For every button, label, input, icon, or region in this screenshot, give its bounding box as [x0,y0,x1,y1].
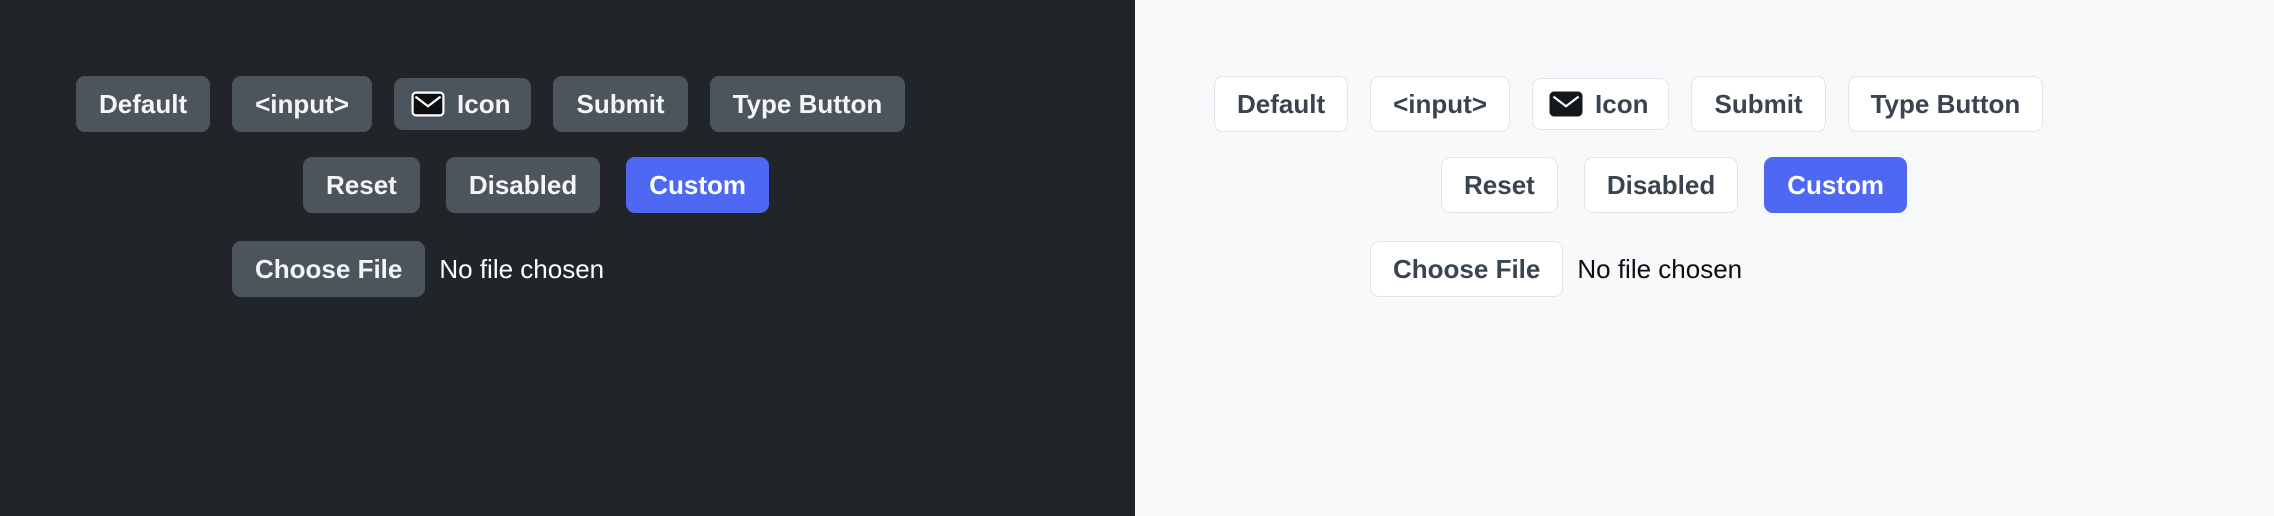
choose-file-button[interactable]: Choose File [1370,241,1564,297]
default-button[interactable]: Default [76,76,211,132]
dark-file-input-row: Choose File No file chosen [0,241,1135,297]
dark-button-row-primary: Default <input> Icon Submit Type Button [0,76,1135,132]
custom-button[interactable]: Custom [626,157,769,213]
envelope-icon [1549,91,1583,117]
input-button[interactable]: <input> [232,76,373,132]
button-showcase: Default <input> Icon Submit Type Button … [0,0,2274,516]
light-file-input-row: Choose File No file chosen [1135,241,2274,297]
disabled-button[interactable]: Disabled [445,157,601,213]
icon-button-label: Icon [1595,89,1649,119]
light-theme-panel: Default <input> Icon Submit Type Button … [1135,0,2274,516]
envelope-icon [411,91,445,117]
default-button[interactable]: Default [1214,76,1349,132]
icon-button[interactable]: Icon [394,78,532,130]
type-button[interactable]: Type Button [709,76,906,132]
icon-button[interactable]: Icon [1532,78,1670,130]
submit-button[interactable]: Submit [1691,76,1826,132]
dark-theme-panel: Default <input> Icon Submit Type Button … [0,0,1135,516]
choose-file-button[interactable]: Choose File [232,241,426,297]
dark-button-row-secondary: Reset Disabled Custom [0,157,1135,213]
icon-button-label: Icon [457,89,511,119]
submit-button[interactable]: Submit [553,76,688,132]
file-input[interactable]: Choose File No file chosen [1370,241,1742,297]
file-input[interactable]: Choose File No file chosen [232,241,604,297]
custom-button[interactable]: Custom [1764,157,1907,213]
file-status-label: No file chosen [439,254,605,284]
light-button-row-secondary: Reset Disabled Custom [1135,157,2274,213]
type-button[interactable]: Type Button [1847,76,2044,132]
disabled-button[interactable]: Disabled [1583,157,1739,213]
file-status-label: No file chosen [1577,254,1743,284]
reset-button[interactable]: Reset [1441,157,1558,213]
reset-button[interactable]: Reset [303,157,420,213]
input-button[interactable]: <input> [1370,76,1511,132]
light-button-row-primary: Default <input> Icon Submit Type Button [1135,76,2274,132]
